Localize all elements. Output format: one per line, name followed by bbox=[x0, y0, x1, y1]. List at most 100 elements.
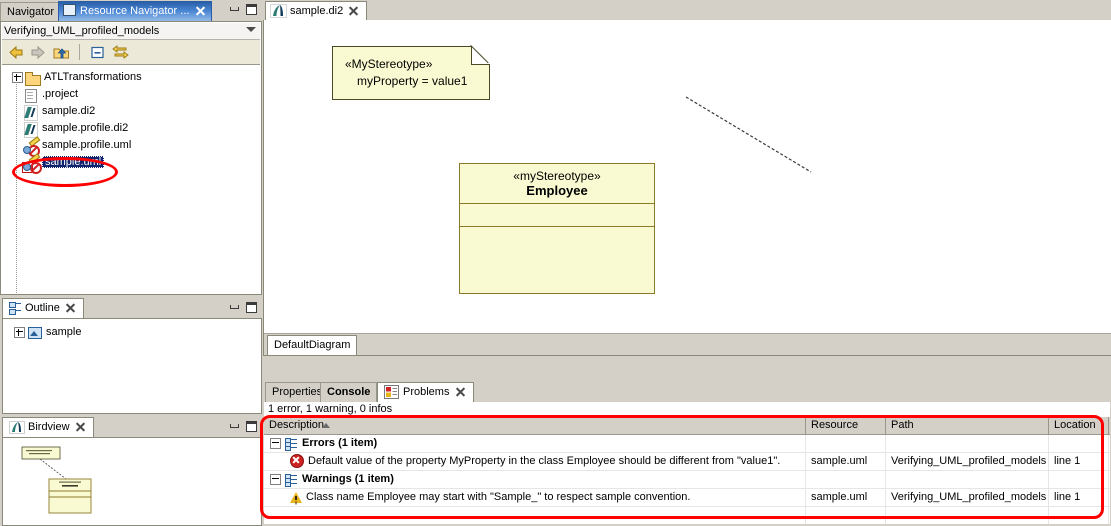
column-header-location[interactable]: Location bbox=[1049, 417, 1109, 434]
class-name: Employee bbox=[526, 183, 588, 198]
table-row[interactable]: Class name Employee may start with "Samp… bbox=[264, 489, 1110, 507]
outline-item-sample[interactable]: sample bbox=[4, 324, 260, 341]
problems-table-header: Description Resource Path Location bbox=[264, 417, 1110, 435]
tree-item-sample-profile-uml[interactable]: sample.profile.uml bbox=[2, 137, 260, 157]
birdview-thumbnail[interactable] bbox=[4, 439, 260, 525]
tab-birdview[interactable]: Birdview bbox=[2, 417, 94, 439]
note-property: myProperty = value1 bbox=[357, 74, 468, 88]
column-header-description[interactable]: Description bbox=[264, 417, 806, 434]
row-location: line 1 bbox=[1049, 489, 1109, 506]
row-location bbox=[1049, 471, 1109, 488]
column-header-resource[interactable]: Resource bbox=[806, 417, 886, 434]
uml-class-employee[interactable]: «myStereotype» Employee bbox=[459, 163, 655, 294]
column-header-label: Location bbox=[1054, 419, 1096, 431]
row-location: line 1 bbox=[1049, 453, 1109, 470]
tab-resource-navigator[interactable]: Resource Navigator ... bbox=[58, 1, 212, 22]
row-path: Verifying_UML_profiled_models bbox=[886, 453, 1049, 470]
tree-item-project[interactable]: .project bbox=[2, 86, 260, 103]
expand-icon[interactable] bbox=[14, 327, 25, 338]
diagram-canvas[interactable]: «MyStereotype» myProperty = value1 «mySt… bbox=[264, 20, 1111, 333]
warning-icon bbox=[290, 491, 302, 503]
row-description: Errors (1 item) bbox=[302, 437, 378, 449]
tree-item-sample-di2[interactable]: sample.di2 bbox=[2, 103, 260, 121]
minimize-button[interactable] bbox=[228, 4, 241, 15]
forward-icon bbox=[30, 45, 47, 60]
outline-window-controls bbox=[228, 302, 258, 313]
toolbar-separator bbox=[79, 44, 80, 60]
row-location bbox=[1049, 435, 1109, 452]
link-with-editor-icon[interactable] bbox=[112, 44, 129, 60]
back-icon[interactable] bbox=[7, 45, 24, 60]
outline-tree[interactable]: sample bbox=[4, 320, 260, 412]
chevron-down-icon[interactable] bbox=[246, 27, 256, 32]
problems-tabstrip: Properties Console Problems bbox=[263, 381, 1111, 404]
uml-model-error-icon bbox=[22, 156, 42, 174]
outline-item-label: sample bbox=[46, 326, 82, 338]
tab-problems[interactable]: Problems bbox=[377, 382, 474, 404]
row-path: Verifying_UML_profiled_models bbox=[886, 489, 1049, 506]
problems-icon bbox=[384, 385, 399, 400]
class-header: «myStereotype» Employee bbox=[460, 164, 654, 204]
tab-outline[interactable]: Outline bbox=[2, 298, 84, 320]
class-stereotype: «myStereotype» bbox=[513, 169, 601, 183]
column-header-label: Resource bbox=[811, 419, 859, 431]
tab-birdview-label: Birdview bbox=[28, 421, 70, 433]
close-icon[interactable] bbox=[75, 422, 85, 432]
column-header-label: Path bbox=[891, 419, 914, 431]
error-icon bbox=[290, 454, 304, 469]
tree-item-sample-uml[interactable]: sample.uml bbox=[2, 154, 260, 174]
close-icon[interactable] bbox=[195, 6, 205, 16]
tab-resource-navigator-label: Resource Navigator ... bbox=[80, 5, 190, 17]
table-row[interactable]: Errors (1 item) bbox=[264, 435, 1110, 453]
maximize-button[interactable] bbox=[245, 4, 258, 15]
tab-navigator-label: Navigator bbox=[7, 6, 55, 18]
tab-console-label: Console bbox=[327, 386, 371, 398]
class-operations-compartment[interactable] bbox=[460, 227, 654, 293]
tab-default-diagram[interactable]: DefaultDiagram bbox=[267, 335, 358, 356]
editor-panel: «MyStereotype» myProperty = value1 «mySt… bbox=[263, 20, 1111, 356]
breadcrumb: Verifying_UML_profiled_models bbox=[2, 23, 260, 40]
expand-icon[interactable] bbox=[12, 72, 23, 83]
maximize-button[interactable] bbox=[245, 421, 258, 432]
minimize-button[interactable] bbox=[228, 302, 241, 313]
folder-icon bbox=[25, 71, 41, 86]
row-path bbox=[886, 471, 1049, 488]
tab-navigator[interactable]: Navigator bbox=[0, 2, 62, 22]
problems-table[interactable]: Description Resource Path Location Error… bbox=[264, 417, 1110, 524]
maximize-button[interactable] bbox=[245, 302, 258, 313]
close-icon[interactable] bbox=[348, 6, 358, 16]
breadcrumb-label: Verifying_UML_profiled_models bbox=[4, 25, 160, 37]
tree-item-sample-profile-di2[interactable]: sample.profile.di2 bbox=[2, 120, 260, 138]
collapse-icon[interactable] bbox=[270, 437, 281, 449]
table-row[interactable]: Default value of the property MyProperty… bbox=[264, 453, 1110, 471]
editor-tabstrip: sample.di2 bbox=[263, 0, 1111, 23]
resource-tree[interactable]: ATLTransformations .project sample.di2 s… bbox=[2, 66, 260, 293]
row-resource bbox=[806, 435, 886, 452]
up-folder-icon[interactable] bbox=[53, 45, 70, 60]
column-header-path[interactable]: Path bbox=[886, 417, 1049, 434]
tree-item-label: sample.uml bbox=[42, 156, 105, 168]
uml-model-warning-icon bbox=[23, 139, 40, 157]
collapse-all-icon[interactable] bbox=[89, 45, 106, 60]
outline-icon bbox=[9, 302, 22, 314]
row-path bbox=[886, 435, 1049, 452]
tab-problems-label: Problems bbox=[403, 386, 450, 398]
row-description: Class name Employee may start with "Samp… bbox=[306, 491, 691, 503]
tab-outline-label: Outline bbox=[25, 302, 60, 314]
collapse-icon[interactable] bbox=[270, 473, 281, 485]
class-attributes-compartment[interactable] bbox=[460, 204, 654, 227]
tab-sample-di2-label: sample.di2 bbox=[290, 5, 344, 17]
problems-summary-label: 1 error, 1 warning, 0 infos bbox=[268, 403, 393, 415]
tree-item-atltransformations[interactable]: ATLTransformations bbox=[2, 69, 260, 86]
tab-console[interactable]: Console bbox=[320, 382, 378, 403]
group-icon bbox=[285, 437, 298, 449]
minimize-button[interactable] bbox=[228, 421, 241, 432]
close-icon[interactable] bbox=[65, 303, 75, 313]
group-icon bbox=[285, 473, 298, 485]
tree-item-label: sample.profile.uml bbox=[42, 139, 132, 151]
diagram-note[interactable]: «MyStereotype» myProperty = value1 bbox=[332, 46, 490, 100]
column-header-label: Description bbox=[269, 419, 325, 431]
table-row[interactable]: Warnings (1 item) bbox=[264, 471, 1110, 489]
outline-panel: sample bbox=[2, 318, 262, 414]
close-icon[interactable] bbox=[455, 387, 465, 397]
